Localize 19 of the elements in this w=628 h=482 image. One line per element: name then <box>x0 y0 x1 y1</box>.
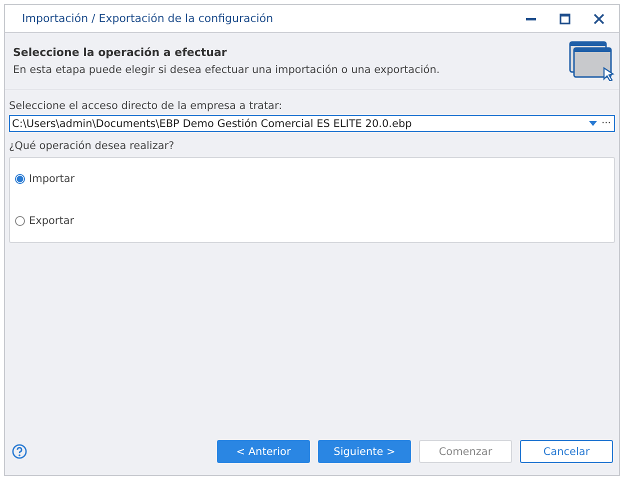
radio-icon[interactable] <box>15 216 25 226</box>
maximize-icon[interactable] <box>559 12 571 24</box>
wizard-button[interactable]: < Anterior <box>217 440 310 463</box>
browse-button[interactable]: ··· <box>601 118 611 129</box>
dropdown-caret-icon[interactable] <box>589 121 598 126</box>
shortcut-combo-field[interactable]: C:\Users\admin\Documents\EBP Demo Gestión Comercial ES ELITE 20.0.ebp ··· <box>9 115 615 132</box>
radio-option[interactable]: Exportar <box>15 215 609 227</box>
wizard-button[interactable]: Cancelar <box>520 440 613 463</box>
window-title: Importación / Exportación de la configuración <box>22 12 274 25</box>
step-description: En esta etapa puede elegir si desea efectuar una importación o una exportación. <box>13 64 440 76</box>
window-cursor-icon <box>569 41 615 81</box>
radio-icon[interactable] <box>15 174 25 184</box>
help-icon[interactable] <box>12 444 27 459</box>
close-icon[interactable] <box>593 12 605 24</box>
step-title: Seleccione la operación a efectuar <box>13 46 228 59</box>
radio-option[interactable]: Importar <box>15 173 609 185</box>
wizard-button[interactable]: Siguiente > <box>318 440 411 463</box>
operation-label: ¿Qué operación desea realizar? <box>9 140 176 152</box>
shortcut-label: Seleccione el acceso directo de la empresa a tratar: <box>9 100 284 112</box>
